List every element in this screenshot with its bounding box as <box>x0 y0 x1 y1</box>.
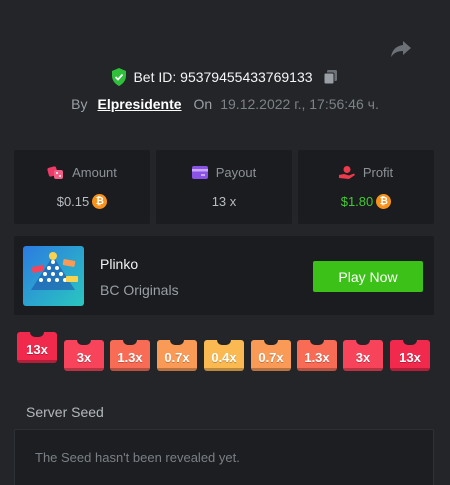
bet-id-text: Bet ID: 95379455433769133 <box>133 69 313 85</box>
multiplier-slot: 1.3x <box>297 340 337 371</box>
on-label: On <box>193 96 213 112</box>
multiplier-slot: 13x <box>390 340 430 371</box>
bet-id-row: Bet ID: 95379455433769133 <box>0 68 450 86</box>
multiplier-slot: 13x <box>17 332 57 363</box>
game-thumbnail[interactable] <box>23 246 84 306</box>
bitcoin-icon: ₿ <box>376 194 392 209</box>
multiplier-slot: 0.4x <box>204 340 244 371</box>
dice-icon <box>47 166 64 179</box>
by-label: By <box>71 96 88 112</box>
server-seed-text: The Seed hasn't been revealed yet. <box>35 450 240 465</box>
multiplier-slot: 0.7x <box>251 340 291 371</box>
bet-author-row: By Elpresidente On 19.12.2022 г., 17:56:… <box>0 96 450 112</box>
stat-label: Payout <box>215 165 257 180</box>
stat-value: 13 x <box>211 194 237 209</box>
bet-stats: Amount $0.15 ₿ Payout 13 x Profit $1.80 … <box>14 150 434 224</box>
bet-date: 19.12.2022 г., 17:56:46 ч. <box>220 96 379 112</box>
share-icon[interactable] <box>389 36 413 60</box>
stat-value: $1.80 <box>340 194 374 209</box>
game-name: Plinko <box>100 256 139 272</box>
profit-hand-icon <box>338 166 355 179</box>
multiplier-slot: 3x <box>64 340 104 371</box>
stat-profit: Profit $1.80 ₿ <box>298 150 434 224</box>
stat-value: $0.15 <box>56 194 90 209</box>
stat-payout: Payout 13 x <box>156 150 292 224</box>
multiplier-slot: 0.7x <box>157 340 197 371</box>
server-seed-label: Server Seed <box>26 404 104 420</box>
stat-label: Amount <box>72 165 117 180</box>
play-now-button[interactable]: Play Now <box>313 261 423 292</box>
stat-amount: Amount $0.15 ₿ <box>14 150 150 224</box>
stat-label: Profit <box>362 165 394 180</box>
payout-card-icon <box>191 166 208 179</box>
multiplier-slot: 1.3x <box>110 340 150 371</box>
game-provider: BC Originals <box>100 282 179 298</box>
verified-shield-icon <box>112 68 127 86</box>
username-link[interactable]: Elpresidente <box>98 96 182 112</box>
multiplier-slot: 3x <box>343 340 383 371</box>
bitcoin-icon: ₿ <box>92 194 108 209</box>
multiplier-row: 13x 3x 1.3x 0.7x 0.4x 0.7x 1.3x 3x 13x <box>0 332 450 376</box>
copy-icon[interactable] <box>323 69 339 85</box>
server-seed-box: The Seed hasn't been revealed yet. <box>14 429 434 485</box>
game-card: Plinko BC Originals Play Now <box>14 236 434 315</box>
